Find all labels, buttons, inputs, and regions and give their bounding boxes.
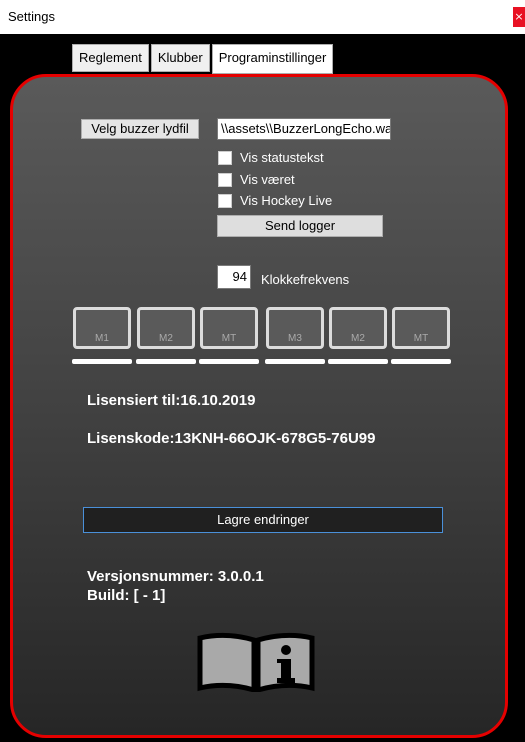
license-code: Lisenskode:13KNH-66OJK-678G5-76U99 <box>87 430 376 447</box>
checkbox-label: Vis statustekst <box>240 150 324 165</box>
version-number: Versjonsnummer: 3.0.0.1 <box>87 568 264 585</box>
close-icon[interactable]: × <box>513 7 525 27</box>
build-number: Build: [ - 1] <box>87 587 166 604</box>
mode-indicator-bar <box>391 359 451 364</box>
send-logs-button[interactable]: Send logger <box>217 215 383 237</box>
mode-button-m1[interactable]: M1 <box>73 307 131 349</box>
mode-indicator-bar <box>199 359 259 364</box>
checkbox-box[interactable] <box>218 193 232 208</box>
license-valid-until: Lisensiert til:16.10.2019 <box>87 392 256 409</box>
clock-frequency-label: Klokkefrekvens <box>261 272 350 287</box>
tab-klubber[interactable]: Klubber <box>150 44 210 72</box>
mode-button-m2b[interactable]: M2 <box>329 307 387 349</box>
mode-indicator-bar <box>72 359 132 364</box>
tab-programinstillinger[interactable]: Programinstillinger <box>211 44 334 74</box>
choose-buzzer-button[interactable]: Velg buzzer lydfil <box>81 119 199 139</box>
settings-panel: Velg buzzer lydfil \\assets\\BuzzerLongE… <box>10 74 508 738</box>
save-changes-button[interactable]: Lagre endringer <box>83 507 443 533</box>
checkbox-status-text[interactable]: Vis statustekst <box>218 150 324 165</box>
checkbox-label: Vis været <box>240 172 295 187</box>
mode-button-m2[interactable]: M2 <box>137 307 195 349</box>
clock-frequency-input[interactable]: 94 <box>217 265 251 289</box>
mode-button-mtb[interactable]: MT <box>392 307 450 349</box>
checkbox-label: Vis Hockey Live <box>240 193 333 208</box>
checkbox-hockey-live[interactable]: Vis Hockey Live <box>218 193 332 208</box>
tab-strip: Reglement Klubber Programinstillinger <box>72 44 335 74</box>
mode-button-m3[interactable]: M3 <box>266 307 324 349</box>
buzzer-file-field[interactable]: \\assets\\BuzzerLongEcho.wav <box>217 118 391 140</box>
window-title: Settings <box>8 9 55 24</box>
checkbox-weather[interactable]: Vis været <box>218 172 295 187</box>
mode-button-mt[interactable]: MT <box>200 307 258 349</box>
mode-indicator-bar <box>136 359 196 364</box>
mode-indicator-bar <box>265 359 325 364</box>
mode-indicator-bar <box>328 359 388 364</box>
title-bar: Settings × <box>0 0 525 34</box>
book-info-icon[interactable] <box>196 632 316 694</box>
tab-reglement[interactable]: Reglement <box>72 44 149 72</box>
checkbox-box[interactable] <box>218 172 232 187</box>
checkbox-box[interactable] <box>218 150 232 165</box>
